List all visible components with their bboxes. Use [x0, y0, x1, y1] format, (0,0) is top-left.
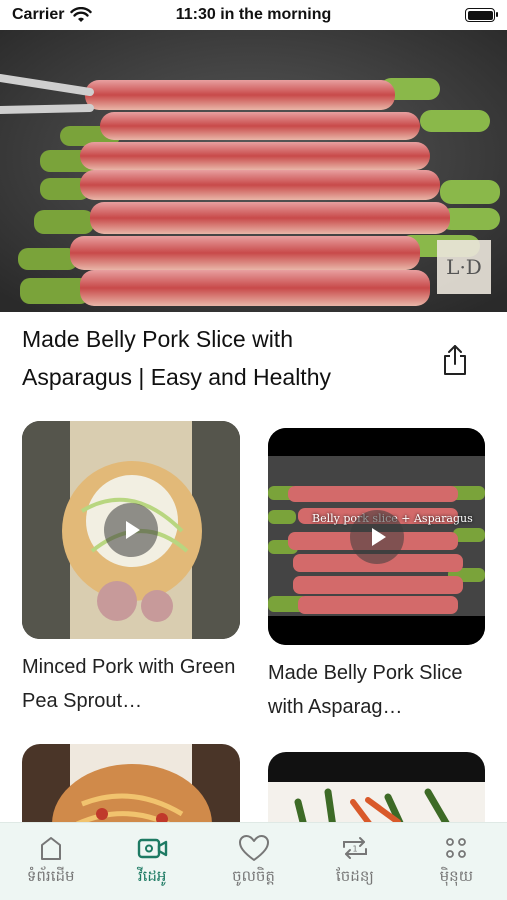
tab-video[interactable]: វីដេអូ — [101, 823, 202, 900]
related-video-card-2[interactable]: Belly pork slice + Asparagus — [268, 428, 485, 645]
tab-favorites[interactable]: ចូលចិត្ត — [203, 823, 304, 900]
tab-home-label: ទំព័រដើម — [26, 867, 75, 885]
clock: 11:30 in the morning — [175, 6, 332, 23]
play-icon[interactable] — [104, 503, 158, 557]
menu-grid-icon — [446, 838, 467, 858]
related-video-caption-2[interactable]: Made Belly Pork Slice with Asparag… — [268, 656, 498, 724]
share-button[interactable] — [440, 342, 470, 378]
related-video-caption-1[interactable]: Minced Pork with Green Pea Sprout… — [22, 650, 252, 718]
battery-icon — [465, 8, 498, 22]
tab-random[interactable]: 1 ចែដន្យ — [304, 823, 405, 900]
video-title: Made Belly Pork Slice with Asparagus | E… — [22, 326, 331, 390]
svg-text:1: 1 — [352, 845, 357, 854]
status-left: Carrier — [12, 6, 162, 24]
play-icon[interactable] — [349, 509, 404, 564]
shuffle-icon: 1 — [342, 837, 367, 859]
video-title-row: Made Belly Pork Slice with Asparagus | E… — [22, 320, 492, 400]
tab-menu[interactable]: មុិនុយ — [406, 823, 507, 900]
related-video-card-1[interactable] — [22, 421, 240, 639]
share-icon — [444, 345, 466, 375]
brand-watermark: L·D — [437, 240, 491, 294]
tab-menu-label: មុិនុយ — [439, 867, 473, 885]
status-bar: Carrier 11:30 in the morning — [0, 0, 507, 30]
hero-food-image — [0, 30, 507, 312]
tab-favorites-label: ចូលចិត្ត — [232, 867, 275, 885]
wifi-icon — [70, 7, 93, 22]
home-icon — [40, 837, 61, 860]
tab-home[interactable]: ទំព័រដើម — [0, 823, 101, 900]
tab-video-label: វីដេអូ — [137, 867, 167, 885]
heart-icon — [238, 835, 269, 861]
bottom-tab-bar: ទំព័រដើម វីដេអូ ចូលចិត្ត 1 ចែដន្យ មុិនុយ — [0, 822, 507, 900]
tab-random-label: ចែដន្យ — [336, 867, 374, 885]
status-right — [345, 8, 498, 22]
carrier-label: Carrier — [12, 6, 65, 23]
hero-video[interactable]: L·D — [0, 30, 507, 312]
video-icon — [137, 838, 168, 859]
